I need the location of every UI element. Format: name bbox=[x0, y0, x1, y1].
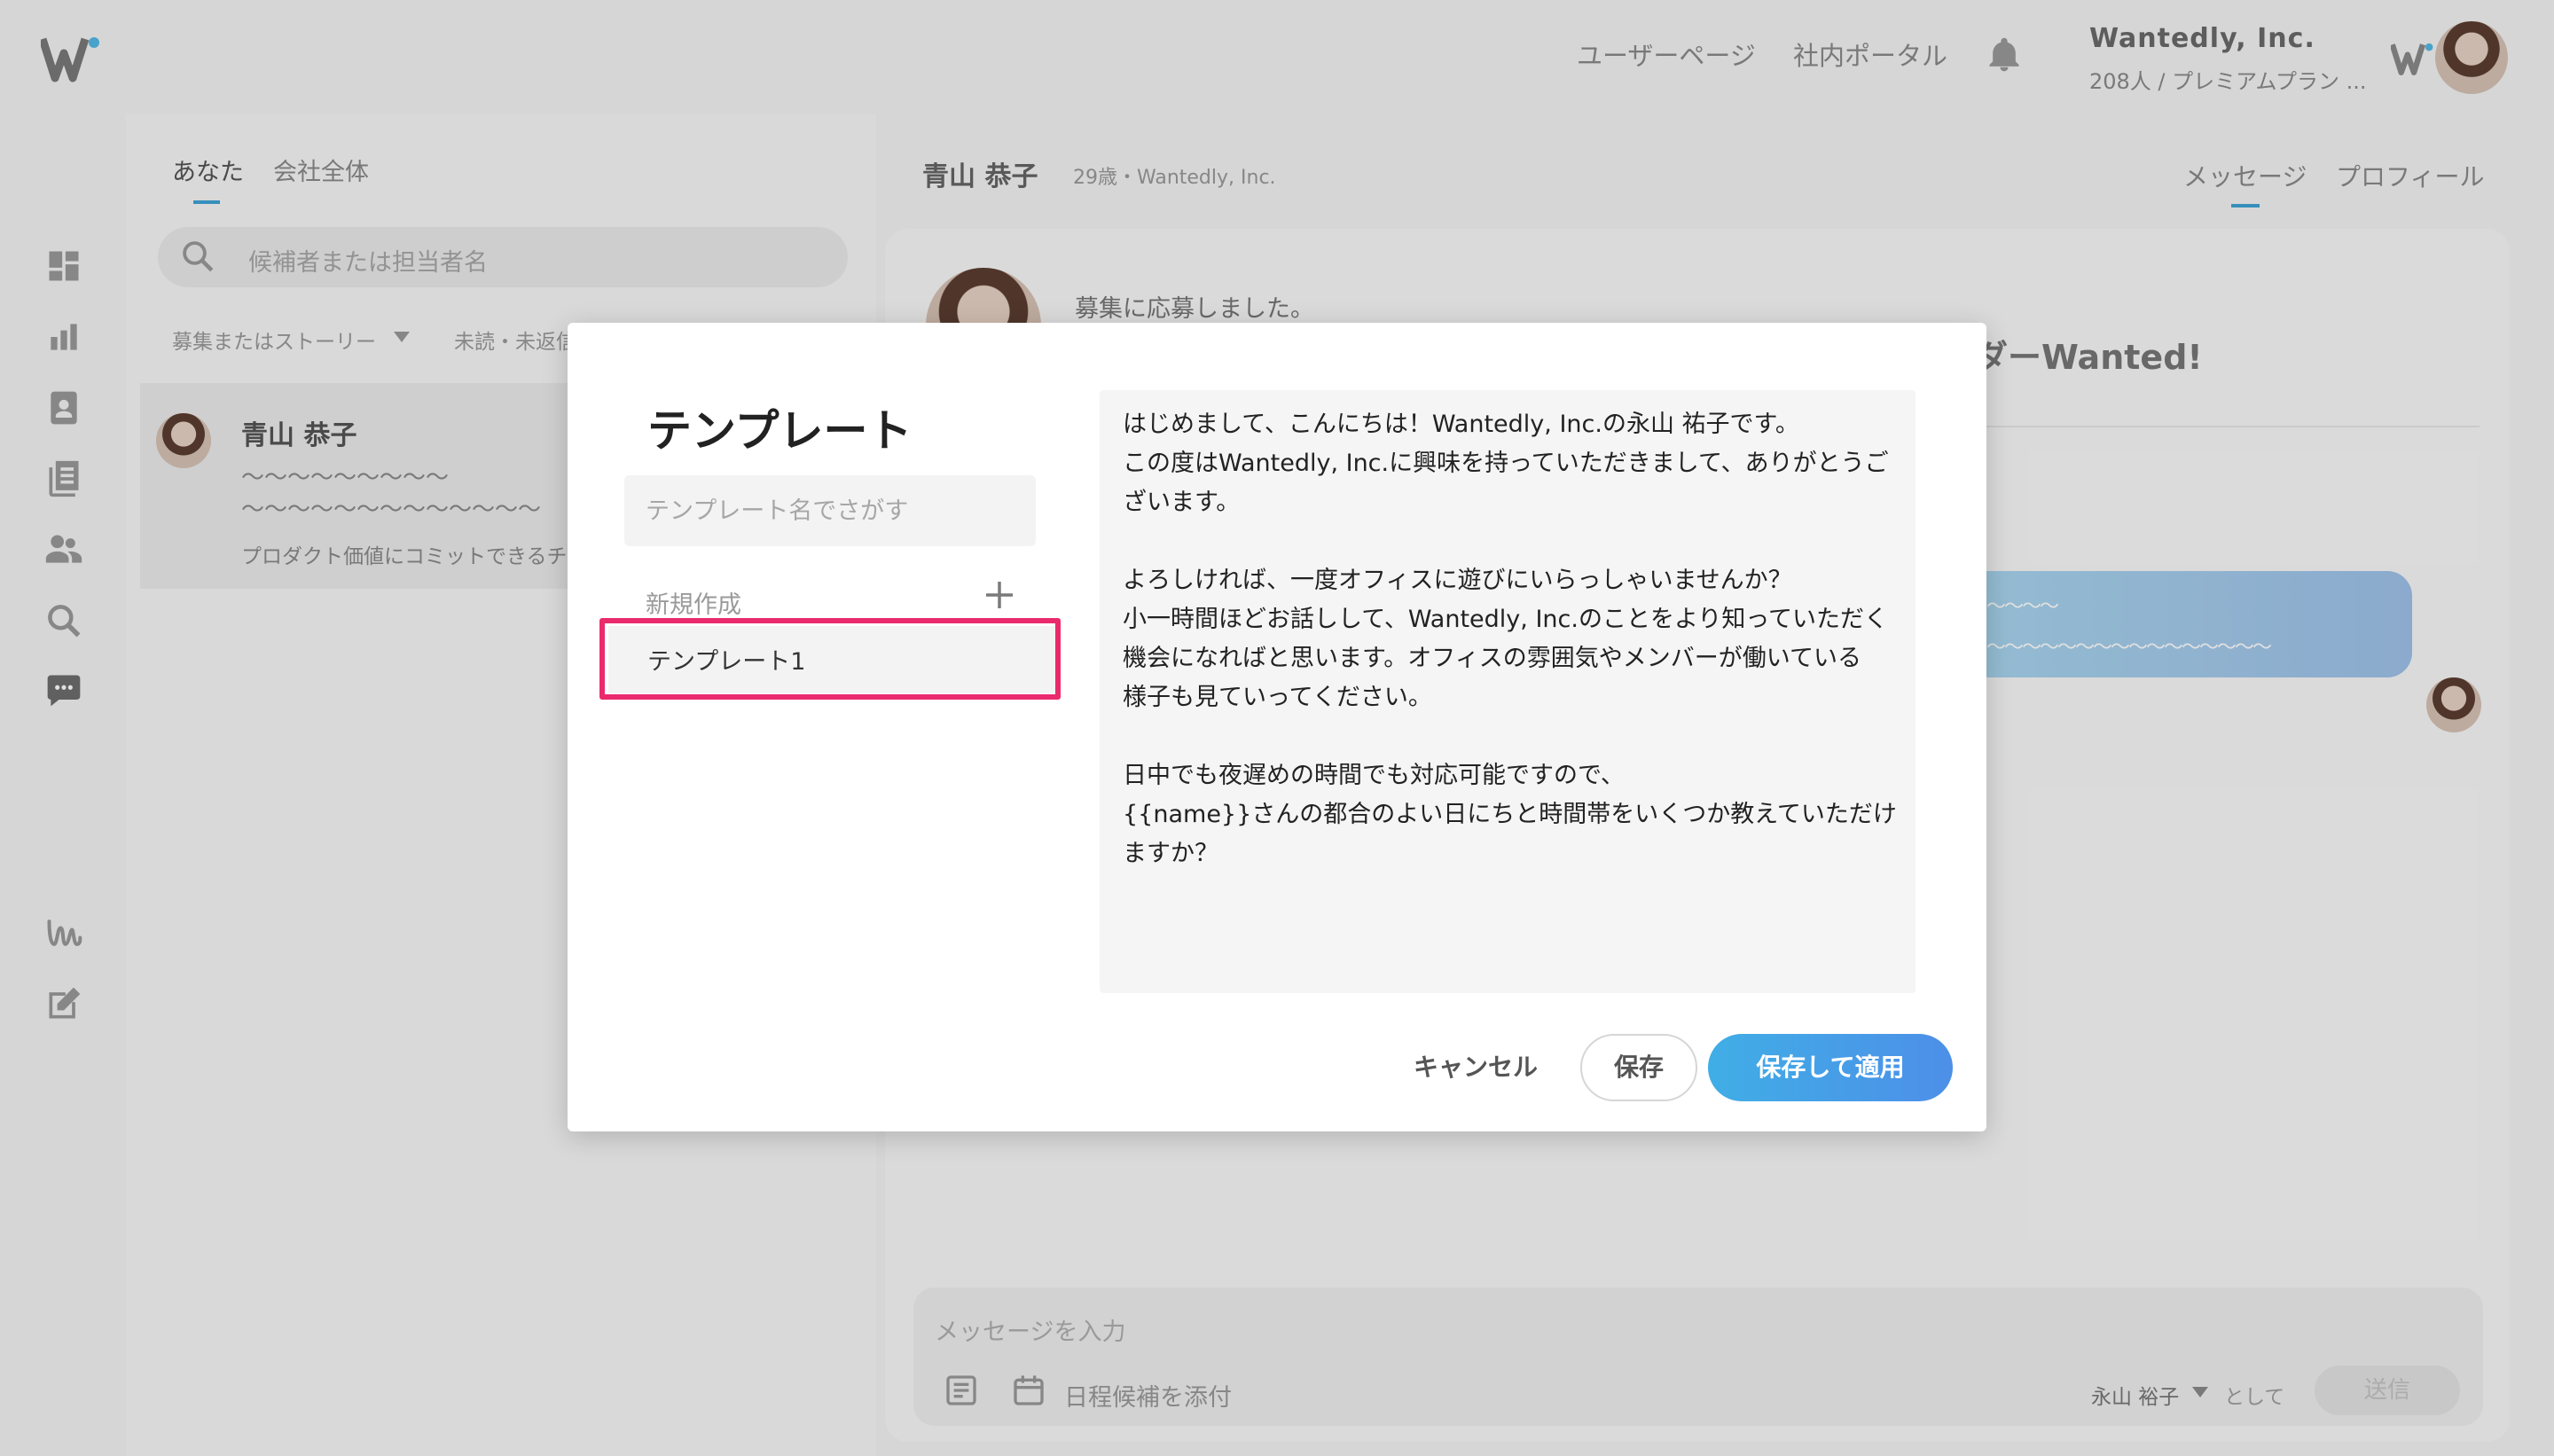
template-search-input[interactable] bbox=[624, 475, 1036, 546]
modal-title: テンプレート bbox=[647, 405, 913, 457]
template-body-line: よろしければ、一度オフィスに遊びにいらっしゃいませんか？ bbox=[1123, 567, 1792, 594]
template-body-line: 日中でも夜遅めの時間でも対応可能ですので、 bbox=[1123, 762, 1625, 789]
add-template-icon[interactable] bbox=[979, 575, 1020, 615]
cancel-button[interactable]: キャンセル bbox=[1414, 1048, 1538, 1084]
template-body-line: はじめまして、こんにちは！Wantedly, Inc.の永山 祐子です。 bbox=[1123, 411, 1799, 438]
template-body-line: 小一時間ほどお話しして、Wantedly, Inc.のことをより知っていただく bbox=[1123, 606, 1889, 633]
new-template-label[interactable]: 新規作成 bbox=[646, 585, 741, 620]
save-and-apply-button[interactable]: 保存して適用 bbox=[1708, 1034, 1953, 1101]
template-body-line: 様子も見ていってください。 bbox=[1123, 684, 1432, 711]
template-body-line: この度はWantedly, Inc.に興味を持っていただきまして、ありがとうご bbox=[1123, 450, 1889, 477]
template-body-line: ますか？ bbox=[1123, 840, 1218, 867]
template-body-line: ざいます。 bbox=[1123, 489, 1241, 516]
save-button[interactable]: 保存 bbox=[1580, 1034, 1697, 1101]
highlight-box bbox=[599, 618, 1061, 700]
template-body-line: 機会になればと思います。オフィスの雰囲気やメンバーが働いている bbox=[1123, 645, 1861, 672]
template-body-line: {{name}}さんの都合のよい日にちと時間帯をいくつか教えていただけ bbox=[1123, 801, 1897, 828]
